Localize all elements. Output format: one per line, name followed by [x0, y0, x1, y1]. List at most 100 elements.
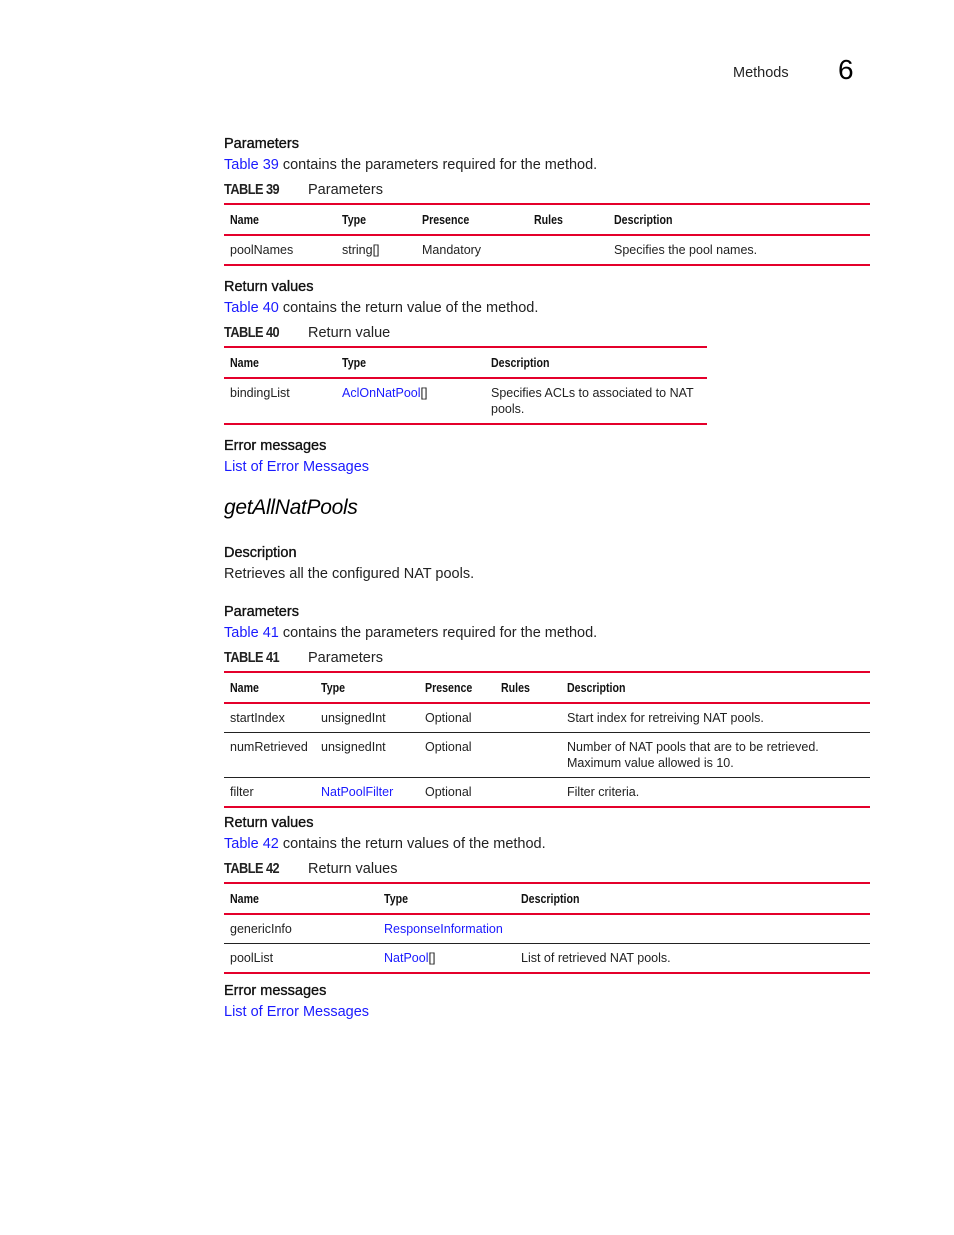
- cell-type: string[]: [336, 235, 416, 266]
- return-values-heading: Return values: [224, 815, 314, 831]
- cell-description: [515, 914, 870, 944]
- parameters-intro-text: contains the parameters required for the…: [278, 157, 598, 173]
- cell-type: NatPool[]: [378, 943, 515, 974]
- column-header-presence: Presence: [419, 671, 495, 704]
- table-row: genericInfo ResponseInformation: [224, 914, 870, 944]
- table-39-header-row: Name Type Presence Rules Description: [224, 203, 870, 236]
- table-41-link[interactable]: Table 41: [224, 625, 279, 641]
- cell-type: AclOnNatPool[]: [336, 378, 485, 425]
- cell-presence: Optional: [419, 703, 495, 733]
- cell-rules: [528, 235, 608, 266]
- table-41-label: TABLE 41: [224, 650, 280, 666]
- column-header-type: Type: [336, 203, 416, 236]
- running-header-section: Methods: [733, 65, 789, 81]
- column-header-name: Name: [224, 671, 315, 704]
- table-39-link[interactable]: Table 39: [224, 157, 279, 173]
- cell-rules: [495, 703, 561, 733]
- table-41-caption: TABLE 41 Parameters: [224, 650, 383, 666]
- table-row: filter NatPoolFilter Optional Filter cri…: [224, 777, 870, 808]
- table-40-caption: TABLE 40 Return value: [224, 325, 390, 341]
- error-messages-link[interactable]: List of Error Messages: [224, 459, 369, 475]
- table-39: Name Type Presence Rules Description poo…: [224, 203, 870, 266]
- table-39-title: Parameters: [308, 182, 383, 198]
- cell-presence: Optional: [419, 777, 495, 808]
- error-messages-link-wrap: List of Error Messages: [224, 459, 369, 475]
- cell-name: filter: [224, 777, 315, 808]
- parameters-heading: Parameters: [224, 136, 299, 152]
- column-header-rules: Rules: [495, 671, 561, 704]
- return-values-intro: Table 40 contains the return value of th…: [224, 300, 538, 316]
- type-link-aclonnatpool[interactable]: AclOnNatPool: [342, 386, 421, 400]
- cell-name: startIndex: [224, 703, 315, 733]
- cell-description: Specifies ACLs to associated to NAT pool…: [485, 378, 707, 425]
- column-header-type: Type: [315, 671, 419, 704]
- table-39-caption: TABLE 39 Parameters: [224, 182, 383, 198]
- table-42-title: Return values: [308, 861, 398, 877]
- table-row: bindingList AclOnNatPool[] Specifies ACL…: [224, 378, 707, 425]
- column-header-rules: Rules: [528, 203, 608, 236]
- cell-presence: Mandatory: [416, 235, 528, 266]
- table-42-caption: TABLE 42 Return values: [224, 861, 397, 877]
- table-40-link[interactable]: Table 40: [224, 300, 279, 316]
- cell-type: ResponseInformation: [378, 914, 515, 944]
- cell-name: genericInfo: [224, 914, 378, 944]
- table-41-header-row: Name Type Presence Rules Description: [224, 671, 870, 704]
- parameters-intro: Table 41 contains the parameters require…: [224, 625, 597, 641]
- return-values-intro: Table 42 contains the return values of t…: [224, 836, 546, 852]
- cell-name: bindingList: [224, 378, 336, 425]
- table-41-title: Parameters: [308, 650, 383, 666]
- parameters-intro: Table 39 contains the parameters require…: [224, 157, 597, 173]
- type-link-natpool[interactable]: NatPool: [384, 951, 428, 965]
- cell-name: numRetrieved: [224, 732, 315, 778]
- table-40-header-row: Name Type Description: [224, 346, 707, 379]
- column-header-presence: Presence: [416, 203, 528, 236]
- cell-name: poolList: [224, 943, 378, 974]
- table-42-link[interactable]: Table 42: [224, 836, 279, 852]
- column-header-description: Description: [485, 346, 707, 379]
- column-header-name: Name: [224, 882, 378, 915]
- column-header-name: Name: [224, 346, 336, 379]
- cell-type: NatPoolFilter: [315, 777, 419, 808]
- return-values-intro-text: contains the return values of the method…: [278, 836, 546, 852]
- column-header-description: Description: [608, 203, 870, 236]
- cell-description: Start index for retreiving NAT pools.: [561, 703, 870, 733]
- cell-description: Number of NAT pools that are to be retri…: [561, 732, 870, 778]
- table-42: Name Type Description genericInfo Respon…: [224, 882, 870, 974]
- table-40-label: TABLE 40: [224, 325, 280, 341]
- error-messages-link-wrap: List of Error Messages: [224, 1004, 369, 1020]
- cell-rules: [495, 777, 561, 808]
- table-39-label: TABLE 39: [224, 182, 280, 198]
- table-41: Name Type Presence Rules Description sta…: [224, 671, 870, 808]
- column-header-name: Name: [224, 203, 336, 236]
- cell-description: List of retrieved NAT pools.: [515, 943, 870, 974]
- cell-rules: [495, 732, 561, 778]
- parameters-intro-text: contains the parameters required for the…: [278, 625, 598, 641]
- cell-type: unsignedInt: [315, 732, 419, 778]
- column-header-description: Description: [561, 671, 870, 704]
- column-header-type: Type: [378, 882, 515, 915]
- column-header-type: Type: [336, 346, 485, 379]
- type-link-responseinformation[interactable]: ResponseInformation: [384, 922, 503, 936]
- parameters-heading: Parameters: [224, 604, 299, 620]
- table-40-title: Return value: [308, 325, 391, 341]
- cell-description: Filter criteria.: [561, 777, 870, 808]
- description-heading: Description: [224, 545, 297, 561]
- error-messages-link[interactable]: List of Error Messages: [224, 1004, 369, 1020]
- error-messages-heading: Error messages: [224, 983, 327, 999]
- table-row: poolList NatPool[] List of retrieved NAT…: [224, 943, 870, 974]
- cell-description: Specifies the pool names.: [608, 235, 870, 266]
- cell-presence: Optional: [419, 732, 495, 778]
- table-42-header-row: Name Type Description: [224, 882, 870, 915]
- table-40: Name Type Description bindingList AclOnN…: [224, 346, 707, 425]
- table-42-label: TABLE 42: [224, 861, 280, 877]
- error-messages-heading: Error messages: [224, 438, 327, 454]
- type-suffix: []: [420, 386, 428, 400]
- column-header-description: Description: [515, 882, 870, 915]
- description-text: Retrieves all the configured NAT pools.: [224, 566, 475, 582]
- table-row: startIndex unsignedInt Optional Start in…: [224, 703, 870, 733]
- table-row: poolNames string[] Mandatory Specifies t…: [224, 235, 870, 266]
- table-row: numRetrieved unsignedInt Optional Number…: [224, 732, 870, 778]
- cell-name: poolNames: [224, 235, 336, 266]
- type-link-natpoolfilter[interactable]: NatPoolFilter: [321, 785, 393, 799]
- type-suffix: []: [428, 951, 436, 965]
